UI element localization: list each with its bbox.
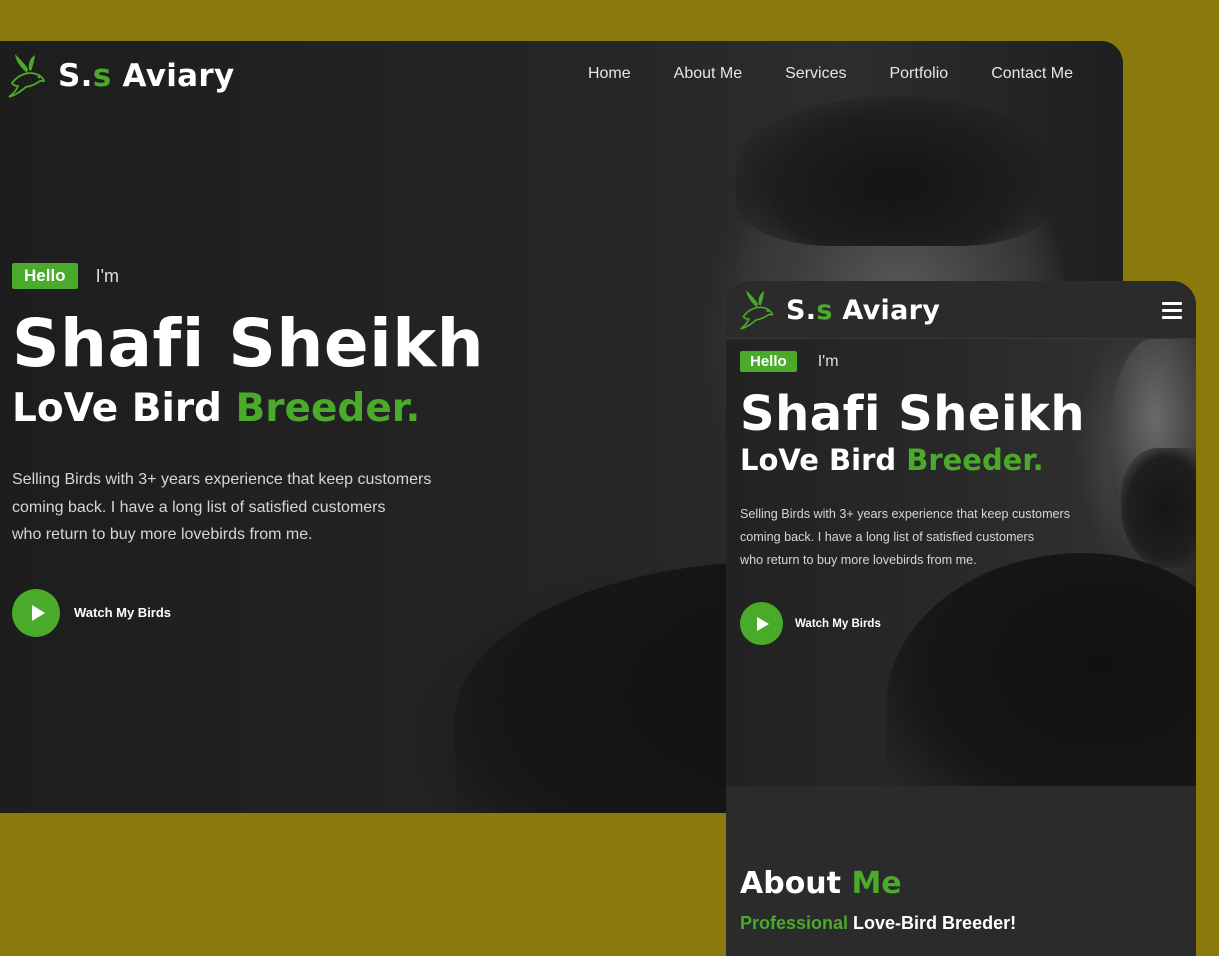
logo-text: S.s Aviary	[58, 58, 235, 94]
play-icon	[12, 588, 60, 637]
bird-logo-icon	[8, 54, 46, 98]
watch-my-birds-button[interactable]: Watch My Birds	[12, 588, 484, 637]
nav-services[interactable]: Services	[785, 65, 846, 83]
about-section: About Me Professional Love-Bird Breeder!	[740, 869, 1016, 934]
mobile-logo-text: S.s Aviary	[786, 294, 941, 326]
nav-portfolio[interactable]: Portfolio	[889, 65, 948, 83]
mobile-hero-photo-face	[1111, 338, 1196, 568]
hello-badge: Hello	[12, 263, 78, 289]
mobile-greeting-row: Hello I'm	[740, 351, 1120, 372]
mobile-hero-section: Hello I'm Shafi Sheikh LoVe Bird Breeder…	[740, 351, 1120, 645]
greeting-text: I'm	[95, 265, 119, 286]
hamburger-menu-icon[interactable]	[1162, 302, 1182, 323]
nav-contact-me[interactable]: Contact Me	[991, 65, 1073, 83]
mobile-greeting-text: I'm	[817, 352, 839, 370]
hero-section: Hello I'm Shafi Sheikh LoVe Bird Breeder…	[12, 263, 484, 637]
about-title: About Me	[740, 866, 902, 901]
mobile-watch-my-birds-label: Watch My Birds	[795, 617, 881, 630]
mobile-hero-name: Shafi Sheikh	[740, 386, 1086, 442]
mobile-mockup: S.s Aviary Hello I'm Shafi Sheikh LoVe B…	[726, 281, 1196, 956]
mobile-hero-description: Selling Birds with 3+ years experience t…	[740, 507, 1071, 567]
play-icon	[740, 602, 783, 645]
nav-home[interactable]: Home	[588, 65, 631, 83]
mobile-hero-role: LoVe Bird Breeder.	[740, 443, 1044, 477]
hero-photo-hair	[735, 96, 1055, 246]
watch-my-birds-label: Watch My Birds	[74, 605, 172, 620]
nav-about-me[interactable]: About Me	[674, 65, 742, 83]
mobile-hello-badge: Hello	[740, 351, 797, 372]
mobile-header: S.s Aviary	[726, 281, 1196, 339]
mobile-hero-photo-beard	[1121, 448, 1196, 568]
hero-description: Selling Birds with 3+ years experience t…	[12, 471, 432, 543]
hero-name: Shafi Sheikh	[12, 305, 485, 382]
main-nav: Home About Me Services Portfolio Contact…	[588, 65, 1073, 83]
greeting-row: Hello I'm	[12, 263, 484, 289]
mobile-watch-my-birds-button[interactable]: Watch My Birds	[740, 602, 1120, 645]
bird-logo-icon	[740, 290, 774, 330]
site-logo[interactable]: S.s Aviary	[6, 53, 235, 99]
hero-role: LoVe Bird Breeder.	[12, 386, 421, 431]
mobile-site-logo[interactable]: S.s Aviary	[738, 289, 940, 331]
about-subtitle: Professional Love-Bird Breeder!	[740, 913, 1017, 933]
